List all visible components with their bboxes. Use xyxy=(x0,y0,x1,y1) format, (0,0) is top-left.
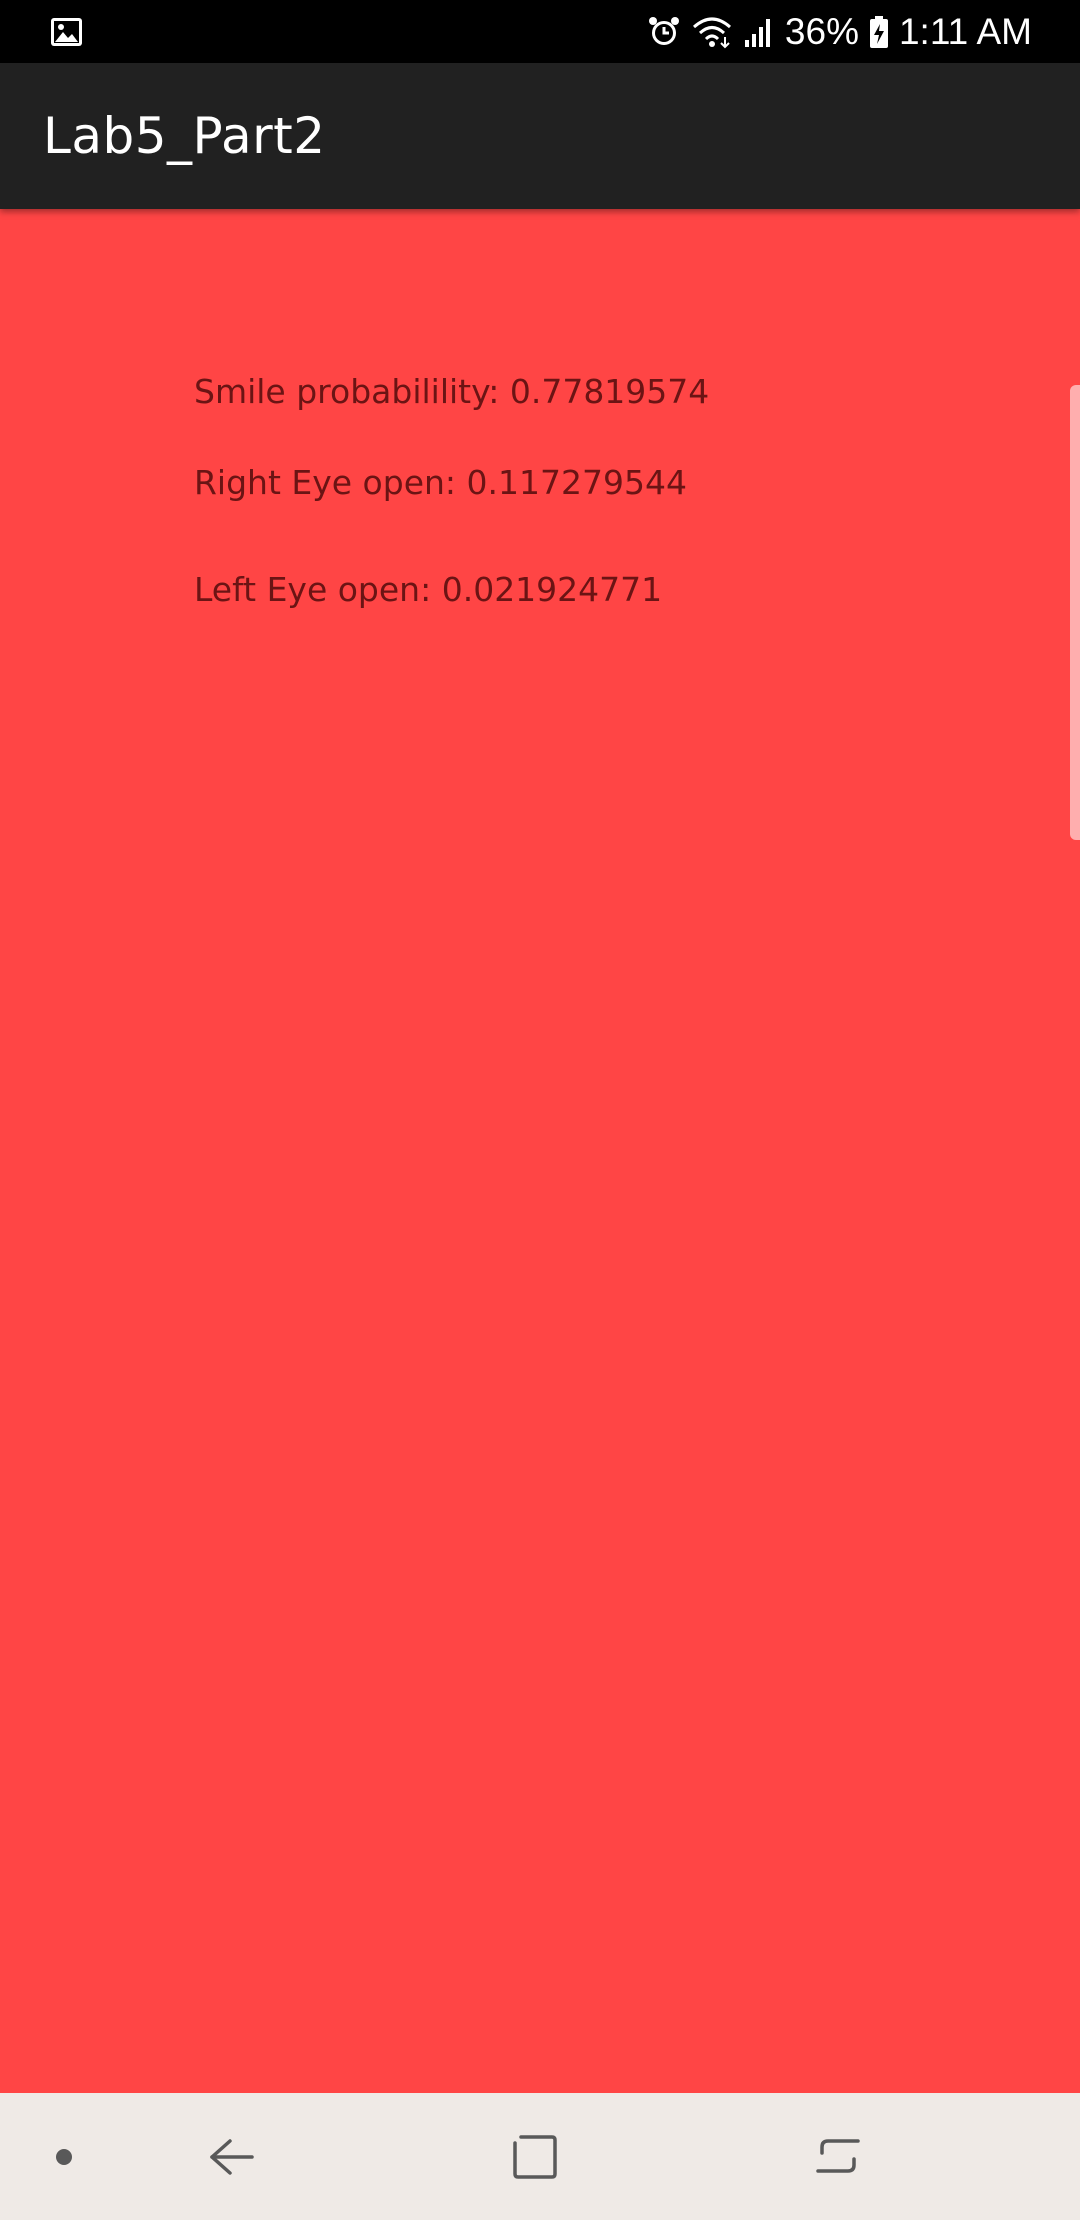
battery-percent: 36% xyxy=(784,10,859,52)
image-icon xyxy=(50,17,83,47)
alarm-icon xyxy=(647,15,681,49)
nav-dot-button[interactable] xyxy=(24,2093,104,2220)
recents-icon xyxy=(816,2138,860,2173)
main-content: Smile probabilility: 0.77819574 Right Ey… xyxy=(0,209,1080,2093)
wifi-icon xyxy=(691,15,733,49)
scrollbar-thumb[interactable] xyxy=(1070,385,1080,840)
home-square-icon xyxy=(513,2134,557,2179)
back-icon xyxy=(210,2138,254,2175)
battery-charging-icon xyxy=(869,15,889,49)
status-bar: 36% 1:11 AM xyxy=(0,0,1080,63)
left-eye-open-text: Left Eye open: 0.021924771 xyxy=(194,570,663,609)
app-bar: Lab5_Part2 xyxy=(0,63,1080,209)
navigation-bar xyxy=(0,2093,1080,2220)
right-eye-open-text: Right Eye open: 0.117279544 xyxy=(194,463,687,502)
smile-probability-text: Smile probabilility: 0.77819574 xyxy=(194,372,710,411)
clock-time: 1:11 AM xyxy=(898,10,1032,52)
recents-button[interactable] xyxy=(788,2093,888,2220)
phone-screen: 36% 1:11 AM Lab5_Part2 Smile probabilili… xyxy=(0,0,1080,2220)
back-button[interactable] xyxy=(182,2093,282,2220)
app-title: Lab5_Part2 xyxy=(43,107,326,165)
home-button[interactable] xyxy=(485,2093,585,2220)
status-icons: 36% 1:11 AM xyxy=(647,0,1032,63)
signal-icon xyxy=(743,16,775,48)
nav-dot-icon xyxy=(56,2148,72,2165)
